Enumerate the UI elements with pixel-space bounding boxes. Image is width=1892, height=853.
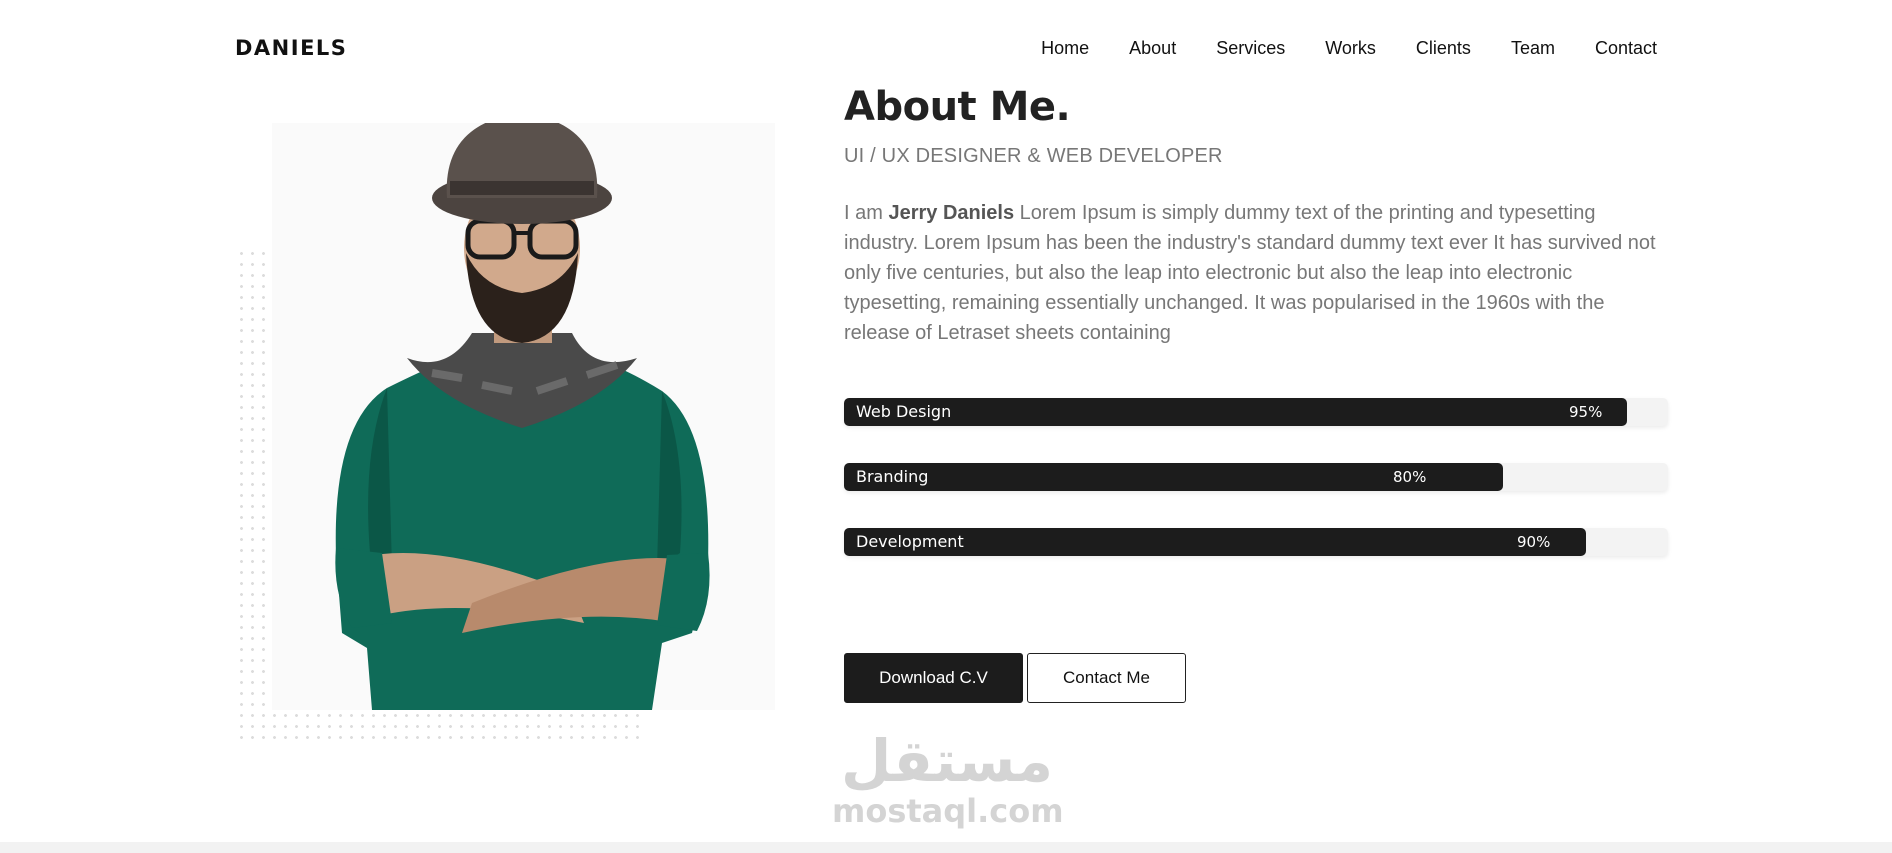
nav-team[interactable]: Team [1511, 38, 1555, 59]
nav-services[interactable]: Services [1216, 38, 1285, 59]
main-nav: Home About Services Works Clients Team C… [1041, 38, 1657, 59]
watermark-arabic: مستقل [840, 727, 1054, 795]
about-bio: I am Jerry Daniels Lorem Ipsum is simply… [844, 198, 1674, 348]
skill-bar-development: Development 90% [844, 528, 1668, 556]
watermark-latin: mostaql.com [832, 792, 1064, 830]
watermark: مستقل mostaql.com [832, 727, 1064, 830]
skill-percent: 95% [1569, 403, 1603, 421]
nav-works[interactable]: Works [1325, 38, 1376, 59]
nav-contact[interactable]: Contact [1595, 38, 1657, 59]
profile-photo [272, 123, 775, 710]
brand-logo[interactable]: DANIELS [235, 36, 347, 60]
skill-bar-web-design: Web Design 95% [844, 398, 1668, 426]
nav-clients[interactable]: Clients [1416, 38, 1471, 59]
skill-fill [844, 398, 1627, 426]
about-subtitle: UI / UX DESIGNER & WEB DEVELOPER [844, 145, 1223, 167]
portrait-illustration [272, 123, 775, 710]
nav-home[interactable]: Home [1041, 38, 1089, 59]
bio-prefix: I am [844, 202, 889, 224]
download-cv-button[interactable]: Download C.V [844, 653, 1023, 703]
about-heading: About Me. [844, 84, 1071, 130]
bio-name: Jerry Daniels [888, 202, 1015, 224]
nav-about[interactable]: About [1129, 38, 1176, 59]
skill-name: Development [856, 532, 964, 551]
footer-divider [0, 842, 1892, 853]
skill-percent: 80% [1393, 468, 1427, 486]
skill-name: Web Design [856, 402, 952, 421]
skill-name: Branding [856, 467, 929, 486]
skill-bar-branding: Branding 80% [844, 463, 1668, 491]
contact-me-button[interactable]: Contact Me [1027, 653, 1186, 703]
skill-percent: 90% [1517, 533, 1551, 551]
